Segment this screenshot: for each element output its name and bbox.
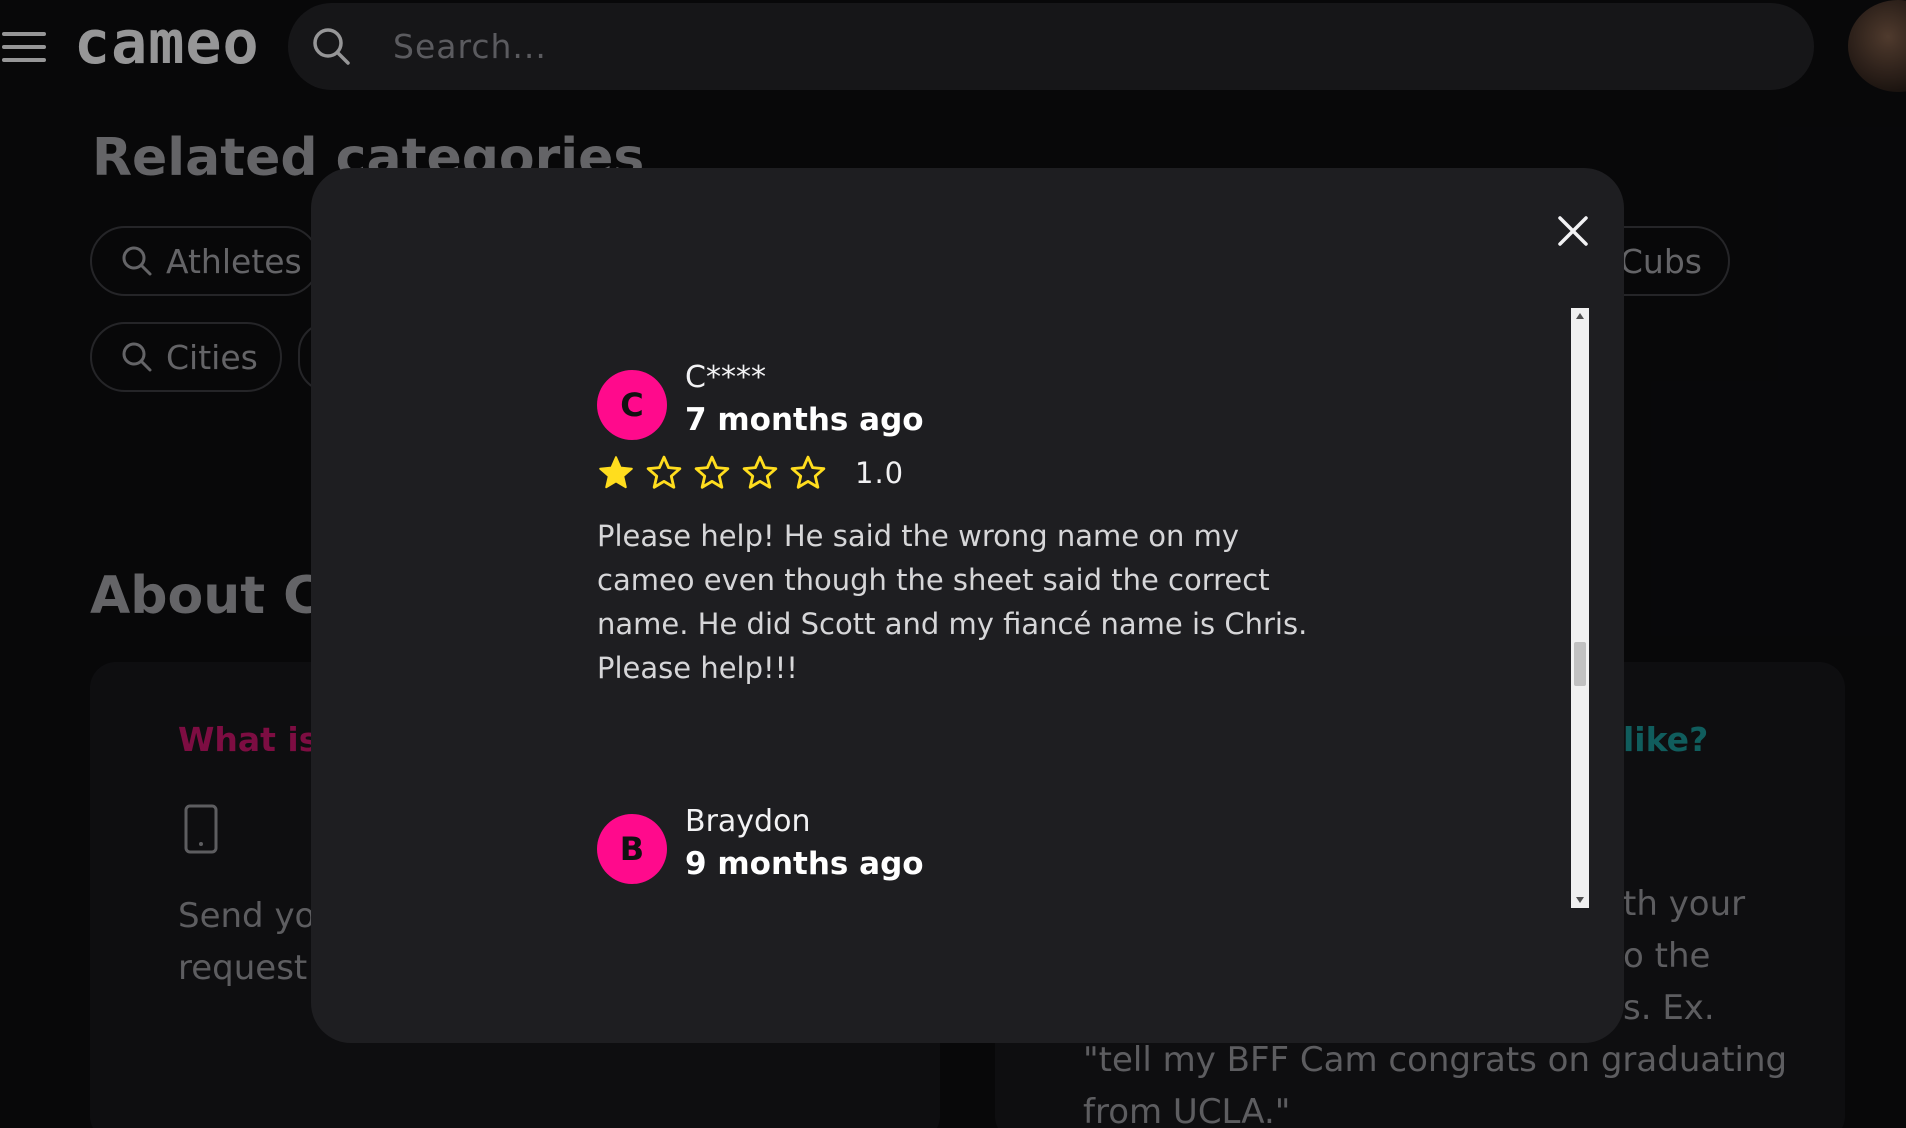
rating-stars: 1.0: [597, 454, 904, 492]
star-outline-icon: [694, 455, 730, 489]
review-date: 7 months ago: [685, 402, 924, 438]
review-text: Please help! He said the wrong name on m…: [597, 519, 1308, 685]
scroll-up-arrow-icon[interactable]: [1571, 308, 1589, 324]
star-outline-icon: [790, 455, 826, 489]
reviewer-name: Braydon: [685, 804, 811, 839]
rating-value: 1.0: [855, 456, 905, 490]
reviewer-avatar: C: [597, 370, 667, 440]
reviewer-name: C****: [685, 360, 766, 395]
modal-scrollbar[interactable]: [1571, 308, 1589, 908]
scroll-thumb[interactable]: [1574, 642, 1586, 686]
scroll-down-arrow-icon[interactable]: [1571, 892, 1589, 908]
star-outline-icon: [646, 455, 682, 489]
reviews-modal: C C**** 7 months ago 1.0 Please help! He…: [311, 168, 1624, 1043]
review-date: 9 months ago: [685, 846, 924, 882]
reviews-list[interactable]: C C**** 7 months ago 1.0 Please help! He…: [597, 308, 1510, 908]
star-filled-icon: [599, 456, 633, 489]
star-outline-icon: [742, 455, 778, 489]
reviewer-avatar: B: [597, 814, 667, 884]
close-icon[interactable]: [1546, 204, 1600, 258]
